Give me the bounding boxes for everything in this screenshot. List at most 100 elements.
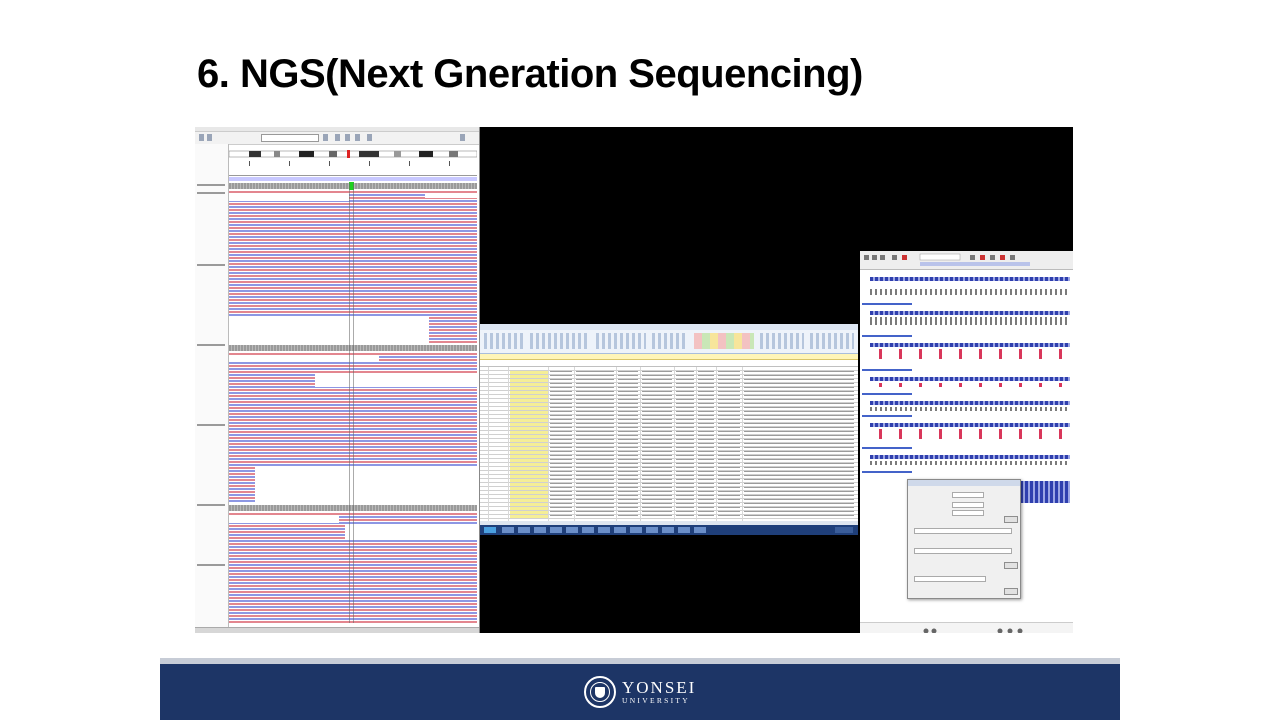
find-button[interactable]	[1004, 516, 1018, 523]
sequence-viewer-window	[860, 251, 1073, 633]
close-button[interactable]	[1004, 588, 1018, 595]
font-group[interactable]	[530, 333, 590, 349]
end-field[interactable]	[952, 510, 984, 516]
taskbar-app[interactable]	[550, 527, 562, 533]
position-ruler	[229, 157, 477, 176]
snp-marks	[870, 349, 1070, 359]
design-button[interactable]	[1004, 562, 1018, 569]
column-values	[718, 371, 740, 519]
clipboard-group[interactable]	[484, 333, 524, 349]
primer-field[interactable]	[914, 548, 1012, 554]
spreadsheet-window	[480, 324, 858, 535]
track-title[interactable]	[862, 471, 912, 473]
ngs-screenshot-collage	[195, 127, 1073, 633]
column-divider	[696, 367, 697, 521]
column-values	[642, 371, 672, 519]
column-values	[676, 371, 694, 519]
taskbar-app[interactable]	[518, 527, 530, 533]
dialog-titlebar[interactable]	[908, 480, 1020, 486]
track-bar	[870, 377, 1070, 381]
browser-toolbar	[195, 132, 479, 145]
read-gap	[229, 193, 349, 201]
genome-select-icon[interactable]	[199, 134, 204, 141]
locus-input[interactable]	[261, 134, 319, 142]
center-position-line	[353, 183, 354, 623]
taskbar-app[interactable]	[662, 527, 674, 533]
ruler-tick	[249, 161, 250, 166]
viewer-toolbar-icons	[864, 253, 1030, 266]
taskbar-app[interactable]	[582, 527, 594, 533]
track-label[interactable]	[197, 184, 225, 186]
number-group[interactable]	[652, 333, 688, 349]
seal-ring	[590, 682, 610, 702]
column-values	[698, 371, 714, 519]
ruler-tick	[289, 161, 290, 166]
taskbar-app[interactable]	[614, 527, 626, 533]
taskbar-app[interactable]	[566, 527, 578, 533]
styles-group[interactable]	[694, 333, 754, 349]
track-title[interactable]	[862, 369, 912, 371]
column-values	[744, 371, 854, 519]
sequence-ruler	[870, 277, 1070, 281]
slide-title: 6. NGS(Next Gneration Sequencing)	[197, 52, 863, 96]
track-title[interactable]	[862, 447, 912, 449]
institution-name: YONSEI	[622, 677, 697, 697]
track-title[interactable]	[862, 415, 912, 417]
conservation-marks	[870, 317, 1070, 325]
ruler-tick	[449, 161, 450, 166]
track-title[interactable]	[862, 303, 912, 305]
zoom-icon[interactable]	[460, 134, 465, 141]
chromosome-ideogram[interactable]	[228, 145, 478, 158]
institution-subtitle: UNIVERSITY	[622, 695, 690, 705]
taskbar-app[interactable]	[678, 527, 690, 533]
back-icon[interactable]	[345, 134, 350, 141]
column-divider	[508, 367, 509, 521]
track-title[interactable]	[862, 393, 912, 395]
taskbar-app[interactable]	[502, 527, 514, 533]
clinvar-marks	[870, 429, 1070, 439]
taskbar-app[interactable]	[646, 527, 658, 533]
read-gap	[229, 355, 379, 361]
read-gap	[315, 373, 477, 387]
track-label[interactable]	[197, 264, 225, 266]
alignment-group[interactable]	[596, 333, 646, 349]
center-position-line	[349, 183, 350, 623]
track-label[interactable]	[197, 344, 225, 346]
track-label[interactable]	[197, 424, 225, 426]
track-label[interactable]	[197, 504, 225, 506]
taskbar-app[interactable]	[694, 527, 706, 533]
column-divider	[674, 367, 675, 521]
track-bar	[870, 401, 1070, 405]
home-icon[interactable]	[335, 134, 340, 141]
editing-group[interactable]	[810, 333, 854, 349]
reference-sequence-track	[229, 177, 477, 181]
sequence-output-field[interactable]	[914, 576, 986, 582]
track-label[interactable]	[197, 564, 225, 566]
read-gap	[229, 515, 339, 523]
primer-design-dialog	[907, 479, 1021, 599]
start-field[interactable]	[952, 502, 984, 508]
start-button[interactable]	[484, 527, 496, 533]
column-divider	[742, 367, 743, 521]
track-name-panel	[195, 144, 229, 633]
cells-group[interactable]	[760, 333, 804, 349]
viewer-toolbar[interactable]	[860, 251, 1073, 270]
refresh-icon[interactable]	[367, 134, 372, 141]
track-label[interactable]	[197, 192, 225, 194]
product-size-field[interactable]	[914, 528, 1012, 534]
chromosome-select-icon[interactable]	[207, 134, 212, 141]
ruler-tick	[329, 161, 330, 166]
column-values	[550, 371, 572, 519]
spreadsheet-grid[interactable]	[480, 367, 858, 521]
taskbar-app[interactable]	[630, 527, 642, 533]
formula-bar[interactable]	[480, 360, 858, 367]
go-button[interactable]	[323, 134, 328, 141]
taskbar-app[interactable]	[534, 527, 546, 533]
sequence-field[interactable]	[952, 492, 984, 498]
forward-icon[interactable]	[355, 134, 360, 141]
column-divider	[488, 367, 489, 521]
spreadsheet-ribbon[interactable]	[480, 330, 858, 354]
taskbar-app[interactable]	[598, 527, 610, 533]
track-title[interactable]	[862, 335, 912, 337]
column-divider	[716, 367, 717, 521]
